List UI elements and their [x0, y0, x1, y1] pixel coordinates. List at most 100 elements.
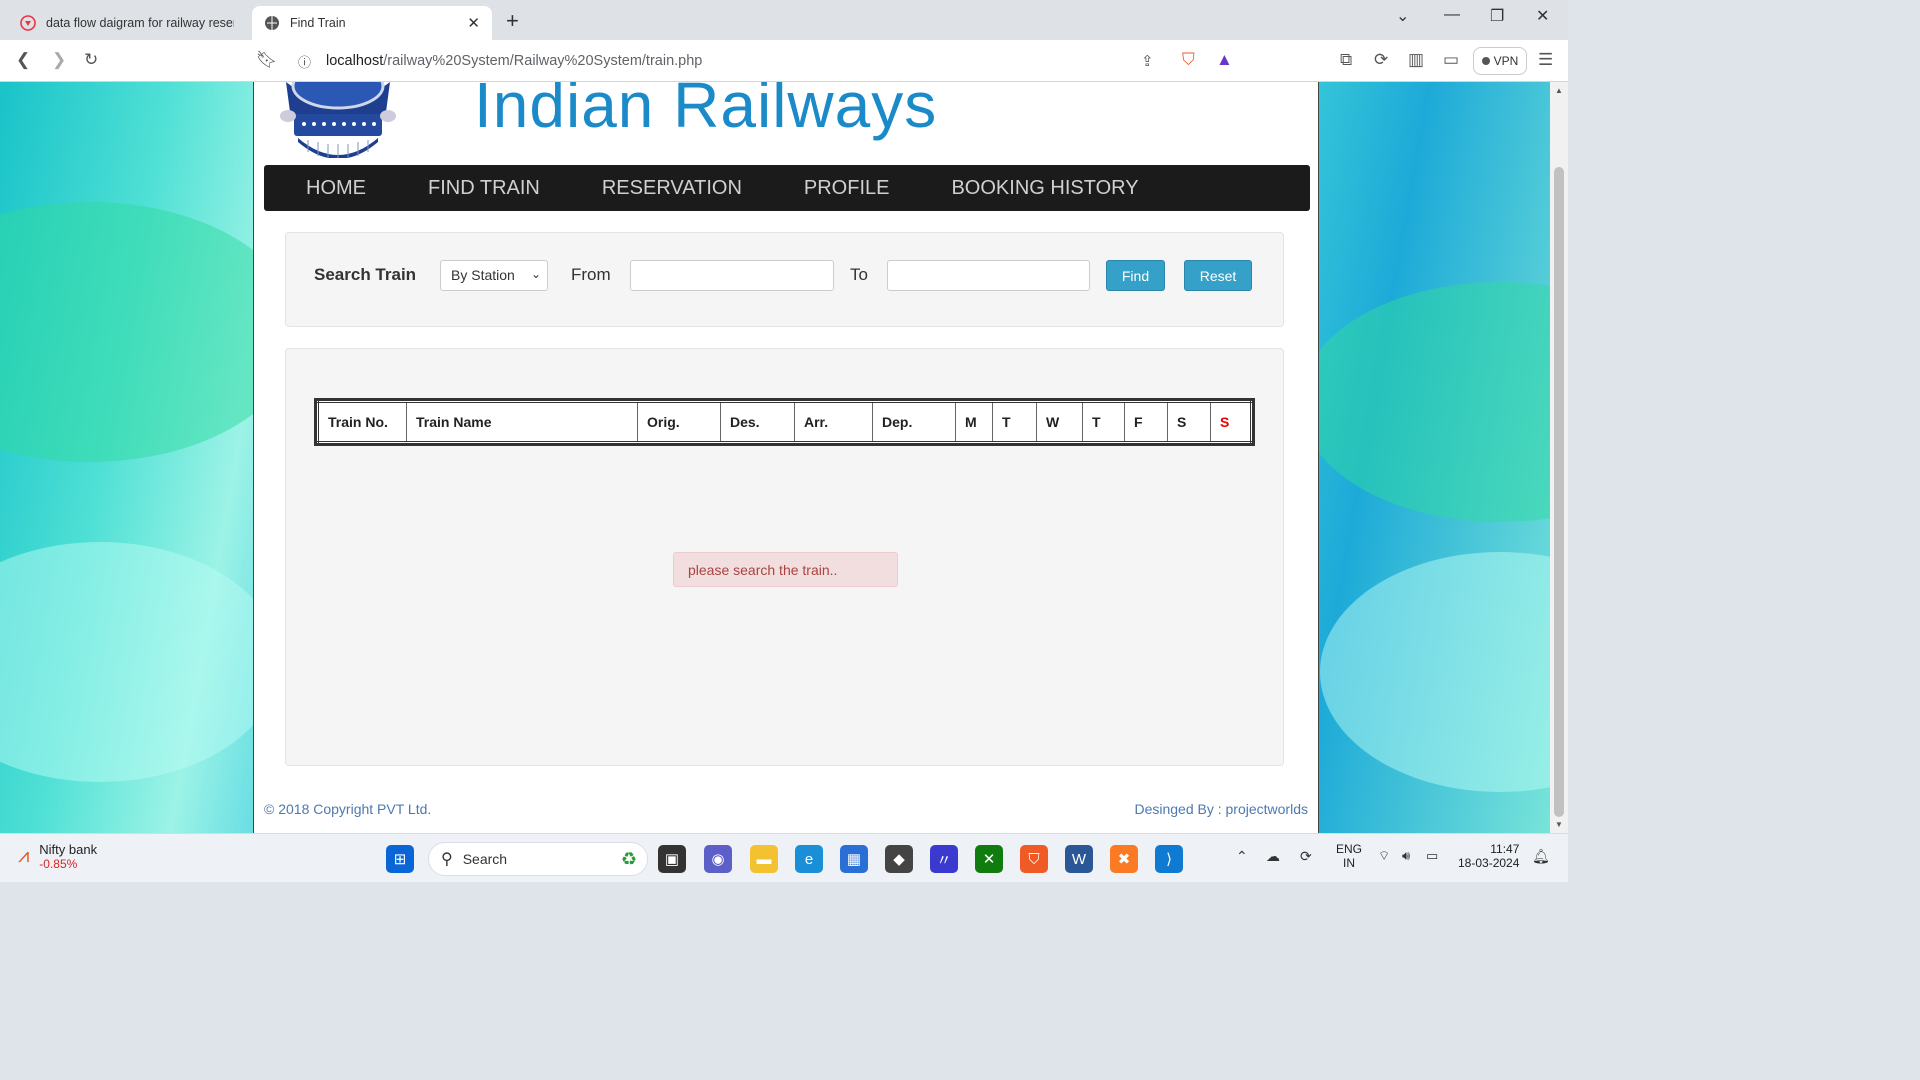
info-icon[interactable]: ⓘ — [298, 52, 311, 71]
url-path: /railway%20System/Railway%20System/train… — [383, 53, 703, 69]
menu-icon[interactable]: ☰ — [1538, 50, 1553, 70]
nav-find-train[interactable]: FIND TRAIN — [397, 177, 571, 200]
from-input[interactable] — [630, 260, 834, 291]
chevron-up-icon[interactable]: ⌃ — [1236, 848, 1248, 865]
background-wave — [1320, 552, 1550, 792]
onedrive-icon[interactable]: ☁ — [1266, 848, 1280, 865]
indian-railways-logo — [280, 82, 396, 158]
taskbar-search-label: Search — [462, 851, 508, 867]
nav-profile[interactable]: PROFILE — [773, 177, 921, 200]
search-icon: ⚲ — [441, 851, 453, 868]
sidebar-icon[interactable]: ▥ — [1408, 50, 1424, 70]
browser-tab-2[interactable]: Find Train ✕ — [252, 6, 492, 40]
extensions-icon[interactable]: ⧉ — [1340, 50, 1352, 70]
tab-search-icon[interactable]: ⌄ — [1396, 6, 1409, 26]
nav-home[interactable]: HOME — [264, 177, 397, 200]
word-icon[interactable]: W — [1065, 845, 1093, 873]
footer-designed-by[interactable]: Desinged By : projectworlds — [1134, 801, 1308, 817]
taskbar-search[interactable]: ⚲ Search ♻ — [428, 842, 648, 876]
th-mon: M — [955, 401, 993, 443]
url-text: localhost/railway%20System/Railway%20Sys… — [326, 53, 702, 69]
edge-icon[interactable]: e — [795, 845, 823, 873]
app-icon[interactable]: 〃 — [930, 845, 958, 873]
share-icon[interactable]: ⇪ — [1141, 52, 1154, 70]
th-departure: Dep. — [872, 401, 956, 443]
wifi-icon[interactable]: ⌔ — [1378, 848, 1390, 864]
th-origin: Orig. — [637, 401, 721, 443]
new-tab-button[interactable]: + — [506, 8, 519, 34]
close-tab-icon[interactable]: ✕ — [467, 14, 480, 32]
address-bar[interactable]: ⓘ localhost/railway%20System/Railway%20S… — [286, 45, 1246, 77]
results-panel: Train No. Train Name Orig. Des. Arr. Dep… — [285, 348, 1284, 766]
brave-shield-icon[interactable]: ⛉ — [1182, 50, 1195, 70]
widget-value: -0.85% — [39, 857, 78, 871]
minimize-icon[interactable]: — — [1444, 6, 1460, 24]
scroll-down-icon[interactable]: ▼ — [1555, 820, 1563, 829]
notification-bell-icon[interactable]: 🔔︎ — [1532, 848, 1550, 865]
start-icon[interactable]: ⊞ — [386, 845, 414, 873]
brave-favicon-icon — [20, 15, 36, 31]
tab-title: data flow daigram for railway reserva — [46, 16, 234, 30]
brave-rewards-icon[interactable]: ▲ — [1216, 50, 1233, 70]
xampp-icon[interactable]: ✖ — [1110, 845, 1138, 873]
find-button[interactable]: Find — [1106, 260, 1165, 291]
search-train-label: Search Train — [314, 265, 417, 284]
main-nav: HOME FIND TRAIN RESERVATION PROFILE BOOK… — [264, 165, 1310, 211]
xbox-icon[interactable]: ✕ — [975, 845, 1003, 873]
table-header-row: Train No. Train Name Orig. Des. Arr. Dep… — [317, 401, 1252, 443]
nav-reservation[interactable]: RESERVATION — [571, 177, 773, 200]
nav-booking-history[interactable]: BOOKING HISTORY — [920, 177, 1169, 200]
train-table: Train No. Train Name Orig. Des. Arr. Dep… — [314, 398, 1255, 446]
clock-date: 18-03-2024 — [1458, 856, 1520, 870]
unity-icon[interactable]: ◆ — [885, 845, 913, 873]
clock[interactable]: 11:47 18-03-2024 — [1458, 842, 1519, 870]
volume-icon[interactable]: 🔊︎ — [1402, 848, 1410, 864]
reload-icon[interactable]: ↻ — [84, 50, 98, 70]
page-scrollbar[interactable]: ▲ ▼ — [1550, 82, 1568, 833]
browser-toolbar: ❮ ❯ ↻ 🔖︎ ⓘ localhost/railway%20System/Ra… — [0, 40, 1568, 82]
url-host: localhost — [326, 53, 384, 69]
reset-button[interactable]: Reset — [1184, 260, 1252, 291]
leo-icon[interactable]: ⟳ — [1374, 50, 1388, 70]
vscode-icon[interactable]: ⟩ — [1155, 845, 1183, 873]
from-label: From — [571, 265, 611, 284]
tab-title: Find Train — [290, 16, 346, 30]
battery-icon[interactable]: ▭ — [1426, 848, 1438, 864]
chat-icon[interactable]: ◉ — [704, 845, 732, 873]
search-mode-select[interactable]: By Station ⌄ — [440, 260, 548, 291]
th-tue: T — [992, 401, 1037, 443]
region-code: IN — [1343, 856, 1355, 870]
vpn-status-icon — [1481, 57, 1490, 65]
th-wed: W — [1036, 401, 1083, 443]
to-label: To — [850, 265, 868, 284]
market-widget[interactable]: ⩘ Nifty bank -0.85% — [18, 842, 97, 871]
restore-icon[interactable]: ❐ — [1490, 6, 1504, 26]
language-indicator[interactable]: ENG IN — [1336, 842, 1362, 870]
file-explorer-icon[interactable]: ▬ — [750, 845, 778, 873]
background-wave — [0, 542, 280, 782]
th-train-name: Train Name — [406, 401, 638, 443]
th-train-no: Train No. — [317, 401, 407, 443]
task-view-icon[interactable]: ▣ — [658, 845, 686, 873]
browser-tab-1[interactable]: data flow daigram for railway reserva — [8, 6, 246, 40]
store-icon[interactable]: ▦ — [840, 845, 868, 873]
back-icon[interactable]: ❮ — [16, 50, 30, 70]
to-input[interactable] — [887, 260, 1090, 291]
vpn-button[interactable]: VPN — [1473, 47, 1527, 75]
th-sat: S — [1167, 401, 1211, 443]
site-title: Indian Railways — [474, 82, 938, 141]
brave-icon[interactable]: ⛉ — [1020, 845, 1048, 873]
sync-icon[interactable]: ⟳ — [1300, 848, 1312, 865]
bookmark-icon[interactable]: 🔖︎ — [256, 50, 278, 70]
th-sun: S — [1210, 401, 1252, 443]
page-container: Indian Railways HOME FIND TRAIN RESERVAT… — [253, 82, 1319, 833]
clock-time: 11:47 — [1490, 842, 1520, 856]
widget-title: Nifty bank — [39, 842, 98, 857]
search-mode-value: By Station — [451, 267, 515, 283]
forward-icon[interactable]: ❯ — [52, 50, 66, 70]
globe-icon — [265, 16, 279, 30]
scroll-up-icon[interactable]: ▲ — [1555, 86, 1563, 95]
close-window-icon[interactable]: ✕ — [1536, 6, 1549, 26]
wallet-icon[interactable]: ▭ — [1443, 50, 1459, 70]
scrollbar-thumb[interactable] — [1554, 167, 1564, 817]
